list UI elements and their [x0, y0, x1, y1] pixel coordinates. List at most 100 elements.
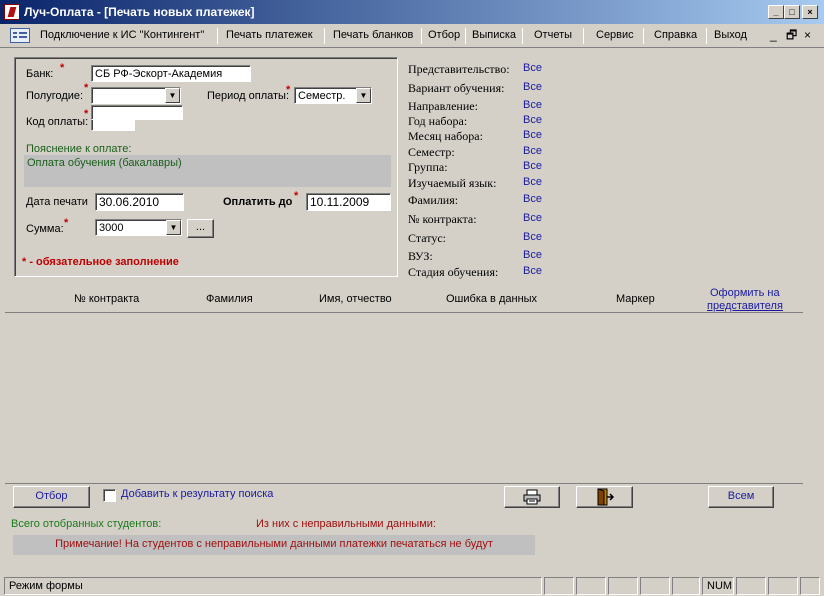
app-logo-icon: [4, 4, 20, 20]
explanation-text[interactable]: Оплата обучения (бакалавры): [24, 155, 391, 187]
sum-label: Сумма:: [26, 223, 64, 235]
minimize-button[interactable]: _: [768, 5, 784, 19]
status-num: NUM: [702, 577, 734, 595]
status-slot: [544, 577, 574, 595]
col-contract[interactable]: № контракта: [74, 293, 139, 305]
menu-service[interactable]: Сервис: [596, 29, 634, 41]
filter-label: Группа:: [408, 160, 448, 174]
menu-exit[interactable]: Выход: [714, 29, 747, 41]
add-to-results-checkbox[interactable]: [103, 489, 116, 502]
exit-door-icon: [597, 488, 614, 506]
filter-value[interactable]: Все: [523, 160, 542, 172]
bank-label: Банк:: [26, 68, 54, 80]
payment-code-label: Код оплаты:: [26, 116, 89, 128]
maximize-button[interactable]: □: [784, 5, 800, 19]
menu-separator: [522, 28, 523, 44]
mdi-restore-button[interactable]: 🗗: [786, 28, 797, 42]
filter-label: Представительство:: [408, 62, 510, 76]
chevron-down-icon[interactable]: ▼: [356, 88, 371, 103]
col-representative-link-line2[interactable]: представителя: [707, 300, 783, 312]
filter-value[interactable]: Все: [523, 62, 542, 74]
col-error[interactable]: Ошибка в данных: [446, 293, 537, 305]
mdi-close-button[interactable]: ×: [804, 28, 811, 42]
status-slot: [576, 577, 606, 595]
filter-label: Статус:: [408, 231, 446, 245]
menu-separator: [324, 28, 325, 44]
filter-label: Направление:: [408, 99, 478, 113]
required-marker: *: [64, 217, 69, 229]
filter-label: Стадия обучения:: [408, 265, 499, 279]
pay-until-input[interactable]: 10.11.2009: [306, 193, 391, 211]
menu-select[interactable]: Отбор: [428, 29, 460, 41]
filter-value[interactable]: Все: [523, 265, 542, 277]
mdi-minimize-button[interactable]: _: [770, 28, 777, 42]
add-to-results-label: Добавить к результату поиска: [121, 488, 274, 500]
required-marker: *: [294, 190, 299, 202]
period-label: Период оплаты:: [207, 90, 290, 102]
printer-icon: [523, 489, 541, 505]
filter-value[interactable]: Все: [523, 193, 542, 205]
filter-label: Месяц набора:: [408, 129, 483, 143]
chevron-down-icon[interactable]: ▼: [166, 220, 181, 235]
explanation-label: Пояснение к оплате:: [26, 143, 132, 155]
filter-label: Изучаемый язык:: [408, 176, 497, 190]
status-slot: [736, 577, 766, 595]
filter-value[interactable]: Все: [523, 231, 542, 243]
filter-value[interactable]: Все: [523, 249, 542, 261]
required-note: * - обязательное заполнение: [22, 256, 179, 268]
window-title: Луч-Оплата - [Печать новых платежек]: [24, 5, 255, 19]
payment-code-dropdown[interactable]: [91, 105, 183, 120]
col-surname[interactable]: Фамилия: [206, 293, 253, 305]
filter-value[interactable]: Все: [523, 114, 542, 126]
required-marker: *: [60, 62, 65, 74]
title-bar: Луч-Оплата - [Печать новых платежек] _ □…: [0, 0, 824, 24]
filter-value[interactable]: Все: [523, 129, 542, 141]
status-mode: Режим формы: [4, 577, 542, 595]
print-date-input[interactable]: 30.06.2010: [95, 193, 184, 211]
total-students-label: Всего отобранных студентов:: [11, 518, 162, 530]
warning-note: Примечание! На студентов с неправильными…: [13, 535, 535, 555]
print-button[interactable]: [504, 486, 560, 508]
filter-value[interactable]: Все: [523, 176, 542, 188]
status-slot: [768, 577, 798, 595]
sum-ellipsis-button[interactable]: ...: [187, 219, 214, 238]
menu-print-payments[interactable]: Печать платежек: [226, 29, 313, 41]
chevron-down-icon[interactable]: ▼: [165, 88, 180, 103]
required-marker: *: [84, 108, 89, 120]
filter-label: ВУЗ:: [408, 249, 433, 263]
menu-print-forms[interactable]: Печать бланков: [333, 29, 413, 41]
filter-value[interactable]: Все: [523, 212, 542, 224]
print-date-label: Дата печати: [26, 196, 88, 208]
halfyear-label: Полугодие:: [26, 90, 84, 102]
required-marker: *: [286, 84, 291, 96]
menu-separator: [706, 28, 707, 44]
menu-connect[interactable]: Подключение к ИС "Контингент": [40, 29, 204, 41]
menu-statement[interactable]: Выписка: [472, 29, 516, 41]
menu-help[interactable]: Справка: [654, 29, 697, 41]
filter-label: Фамилия:: [408, 193, 459, 207]
bank-input[interactable]: СБ РФ-Эскорт-Академия: [91, 65, 251, 82]
pay-until-label: Оплатить до: [223, 196, 293, 208]
students-grid[interactable]: [5, 312, 803, 484]
required-marker: *: [84, 82, 89, 94]
menu-separator: [465, 28, 466, 44]
col-name[interactable]: Имя, отчество: [319, 293, 392, 305]
close-button[interactable]: ×: [802, 5, 818, 19]
col-marker[interactable]: Маркер: [616, 293, 655, 305]
menu-separator: [643, 28, 644, 44]
status-slot: [672, 577, 700, 595]
filter-value[interactable]: Все: [523, 145, 542, 157]
select-button[interactable]: Отбор: [13, 486, 90, 508]
form-menu-icon[interactable]: [10, 28, 30, 43]
menu-bar: Подключение к ИС "Контингент" Печать пла…: [0, 24, 824, 48]
filter-label: Вариант обучения:: [408, 81, 505, 95]
all-button[interactable]: Всем: [708, 486, 774, 508]
filter-label: № контракта:: [408, 212, 477, 226]
filter-value[interactable]: Все: [523, 99, 542, 111]
col-representative-link-line1[interactable]: Оформить на: [710, 287, 780, 299]
exit-button[interactable]: [576, 486, 633, 508]
menu-separator: [583, 28, 584, 44]
filter-label: Семестр:: [408, 145, 455, 159]
menu-reports[interactable]: Отчеты: [534, 29, 572, 41]
filter-value[interactable]: Все: [523, 81, 542, 93]
